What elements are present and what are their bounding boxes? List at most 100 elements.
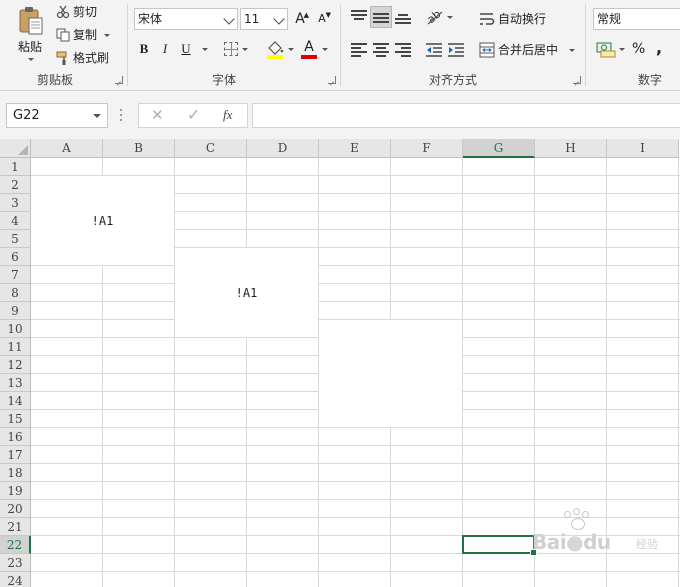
row-gridline [31,283,680,284]
font-color-dropdown-icon[interactable] [322,48,328,51]
row-header-12[interactable]: 12 [0,356,31,374]
align-right-button[interactable] [395,43,411,57]
row-header-4[interactable]: 4 [0,212,31,230]
wrap-text-label: 自动换行 [498,12,547,26]
row-header-3[interactable]: 3 [0,194,31,212]
comma-button[interactable]: , [656,38,662,57]
row-header-9[interactable]: 9 [0,302,31,320]
merged-cell[interactable]: !A1 [175,248,318,337]
column-header-d[interactable]: D [247,139,319,158]
bold-button[interactable]: B [135,40,153,58]
increase-indent-button[interactable] [447,42,465,58]
merged-cell[interactable]: !A1 [31,176,174,265]
row-gridline [31,481,680,482]
row-header-16[interactable]: 16 [0,428,31,446]
row-header-22[interactable]: 22 [0,536,31,554]
column-header-c[interactable]: C [175,139,247,158]
cut-button[interactable]: 剪切 [56,3,97,20]
select-all-button[interactable] [0,139,31,158]
percent-button[interactable]: % [632,41,645,57]
row-gridline [31,499,680,500]
row-header-8[interactable]: 8 [0,284,31,302]
formula-input[interactable] [252,103,680,128]
row-header-18[interactable]: 18 [0,464,31,482]
italic-button[interactable]: I [156,40,174,58]
name-box[interactable]: G22 [6,103,108,128]
column-header-e[interactable]: E [319,139,391,158]
copy-button[interactable]: 复制 [56,26,111,43]
row-header-10[interactable]: 10 [0,320,31,338]
column-gridline [678,158,679,587]
formula-bar-splitter[interactable] [120,107,123,123]
row-gridline [31,463,680,464]
border-dropdown-icon[interactable] [242,48,248,51]
format-painter-button[interactable]: 格式刷 [56,49,109,66]
font-size-select[interactable]: 11 [240,8,288,30]
cancel-icon[interactable]: ✕ [151,106,164,124]
merged-cell[interactable] [319,320,462,427]
column-gridline [606,158,607,587]
align-top-button[interactable] [351,10,367,24]
align-middle-button[interactable] [370,6,392,28]
active-cell-cursor[interactable] [462,535,537,556]
paste-button[interactable]: 粘贴 [12,4,50,66]
increase-font-button[interactable]: A ▲ [291,10,309,28]
row-header-21[interactable]: 21 [0,518,31,536]
column-header-f[interactable]: F [391,139,463,158]
row-header-23[interactable]: 23 [0,554,31,572]
row-header-11[interactable]: 11 [0,338,31,356]
number-format-select[interactable]: 常规 [593,8,680,30]
clipboard-launcher-icon[interactable] [115,76,123,84]
row-header-14[interactable]: 14 [0,392,31,410]
underline-dropdown-icon[interactable] [202,48,208,51]
merge-cells-icon [479,42,495,58]
column-header-g[interactable]: G [463,139,535,158]
border-button[interactable] [224,42,238,56]
copy-icon [56,28,70,42]
underline-button[interactable]: U [177,40,195,58]
column-header-a[interactable]: A [31,139,103,158]
column-header-b[interactable]: B [103,139,175,158]
accounting-dropdown-icon[interactable] [619,48,625,51]
row-header-15[interactable]: 15 [0,410,31,428]
align-center-button[interactable] [373,43,389,57]
font-name-select[interactable]: 宋体 [134,8,238,30]
merge-dropdown-icon[interactable] [569,49,576,52]
wrap-text-button[interactable]: 自动换行 [479,10,546,27]
row-header-13[interactable]: 13 [0,374,31,392]
row-header-20[interactable]: 20 [0,500,31,518]
insert-function-button[interactable]: fx [223,107,232,123]
align-bottom-button[interactable] [395,10,411,24]
enter-icon[interactable]: ✓ [187,105,200,124]
font-launcher-icon[interactable] [328,76,336,84]
font-color-button[interactable]: A [300,40,318,60]
row-header-5[interactable]: 5 [0,230,31,248]
decrease-indent-button[interactable] [425,42,443,58]
alignment-launcher-icon[interactable] [573,76,581,84]
row-header-2[interactable]: 2 [0,176,31,194]
row-header-24[interactable]: 24 [0,572,31,587]
align-left-button[interactable] [351,43,367,57]
row-header-19[interactable]: 19 [0,482,31,500]
fill-color-button[interactable] [266,40,284,60]
orientation-dropdown-icon[interactable] [447,16,453,19]
paste-dropdown-icon[interactable] [28,58,34,61]
accounting-format-button[interactable] [596,40,616,58]
formula-bar: G22 ✕ ✓ fx [0,91,680,139]
row-header-6[interactable]: 6 [0,248,31,266]
row-header-1[interactable]: 1 [0,158,31,176]
decrease-font-button[interactable]: A ▼ [313,10,331,28]
column-gridline [462,158,463,587]
orientation-button[interactable]: ab [425,7,445,26]
copy-dropdown-icon[interactable] [104,34,111,37]
fill-color-dropdown-icon[interactable] [288,48,294,51]
row-header-7[interactable]: 7 [0,266,31,284]
clipboard-icon [18,6,44,36]
chevron-down-icon[interactable] [93,114,101,118]
column-header-h[interactable]: H [535,139,607,158]
row-header-17[interactable]: 17 [0,446,31,464]
font-group: 宋体 11 A ▲ A ▼ B I U A 字体 [128,0,340,90]
merge-center-button[interactable]: 合并后居中 [479,41,576,58]
worksheet-grid[interactable]: ABCDEFGHI 1 2 3 4 5 6 7 8 9 10 11 12 13 14 15 16 17 18 19 2… [0,139,680,587]
column-header-i[interactable]: I [607,139,679,158]
